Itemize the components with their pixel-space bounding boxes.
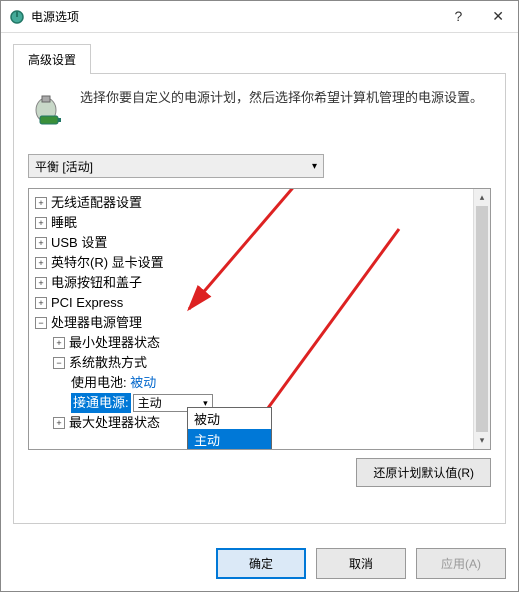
restore-row: 还原计划默认值(R) bbox=[28, 458, 491, 487]
tab-strip: 高级设置 bbox=[13, 43, 506, 74]
window-title: 电源选项 bbox=[31, 8, 448, 25]
content-area: 高级设置 选择你要自定义的电源计划，然后选择你希望计算机管理的电源设置。 平衡 … bbox=[1, 33, 518, 536]
scroll-thumb[interactable] bbox=[476, 206, 488, 432]
dialog-footer: 确定 取消 应用(A) bbox=[1, 536, 518, 591]
power-icon bbox=[9, 9, 25, 25]
chevron-down-icon: ▾ bbox=[312, 161, 317, 172]
collapse-icon[interactable]: − bbox=[53, 357, 65, 369]
expand-icon[interactable]: + bbox=[53, 417, 65, 429]
tree-item-wireless[interactable]: +无线适配器设置 bbox=[31, 193, 488, 213]
titlebar-buttons: ? ✕ bbox=[448, 6, 510, 27]
power-options-window: 电源选项 ? ✕ 高级设置 选择你要自定义的电源计划，然后选择你希望计算机管理的… bbox=[0, 0, 519, 592]
tree-item-min-processor[interactable]: +最小处理器状态 bbox=[31, 333, 488, 353]
scroll-up-icon[interactable]: ▴ bbox=[474, 189, 490, 206]
power-plan-select[interactable]: 平衡 [活动] ▾ bbox=[28, 154, 324, 178]
tab-advanced-settings[interactable]: 高级设置 bbox=[13, 44, 91, 74]
expand-icon[interactable]: + bbox=[35, 297, 47, 309]
on-battery-value[interactable]: 被动 bbox=[130, 373, 156, 393]
expand-icon[interactable]: + bbox=[35, 257, 47, 269]
dropdown-option-active[interactable]: 主动 bbox=[188, 429, 271, 450]
tree-scrollbar[interactable]: ▴ ▾ bbox=[473, 189, 490, 449]
tree-item-usb[interactable]: +USB 设置 bbox=[31, 233, 488, 253]
titlebar: 电源选项 ? ✕ bbox=[1, 1, 518, 33]
apply-button[interactable]: 应用(A) bbox=[416, 548, 506, 579]
description-row: 选择你要自定义的电源计划，然后选择你希望计算机管理的电源设置。 bbox=[28, 88, 491, 128]
expand-icon[interactable]: + bbox=[35, 277, 47, 289]
tree-item-sleep[interactable]: +睡眠 bbox=[31, 213, 488, 233]
plugged-in-label: 接通电源: bbox=[71, 393, 131, 413]
restore-defaults-button[interactable]: 还原计划默认值(R) bbox=[356, 458, 491, 487]
ok-button[interactable]: 确定 bbox=[216, 548, 306, 579]
close-button[interactable]: ✕ bbox=[486, 6, 510, 27]
tree-item-on-battery[interactable]: 使用电池: 被动 bbox=[31, 373, 488, 393]
collapse-icon[interactable]: − bbox=[35, 317, 47, 329]
tab-panel: 选择你要自定义的电源计划，然后选择你希望计算机管理的电源设置。 平衡 [活动] … bbox=[13, 74, 506, 524]
tree-item-cooling-policy[interactable]: −系统散热方式 bbox=[31, 353, 488, 373]
dropdown-option-passive[interactable]: 被动 bbox=[188, 408, 271, 429]
cancel-button[interactable]: 取消 bbox=[316, 548, 406, 579]
power-plan-value: 平衡 [活动] bbox=[35, 158, 93, 175]
expand-icon[interactable]: + bbox=[53, 337, 65, 349]
scroll-down-icon[interactable]: ▾ bbox=[474, 432, 490, 449]
on-battery-label: 使用电池: bbox=[71, 373, 127, 393]
settings-tree: +无线适配器设置 +睡眠 +USB 设置 +英特尔(R) 显卡设置 +电源按钮和… bbox=[28, 188, 491, 450]
expand-icon[interactable]: + bbox=[35, 237, 47, 249]
tree-item-pci-express[interactable]: +PCI Express bbox=[31, 293, 488, 313]
plugged-in-value: 主动 bbox=[138, 393, 162, 413]
cooling-dropdown[interactable]: 被动 主动 bbox=[187, 407, 272, 450]
description-text: 选择你要自定义的电源计划，然后选择你希望计算机管理的电源设置。 bbox=[80, 88, 483, 128]
tree-item-processor-power[interactable]: −处理器电源管理 bbox=[31, 313, 488, 333]
expand-icon[interactable]: + bbox=[35, 197, 47, 209]
tree-item-intel-graphics[interactable]: +英特尔(R) 显卡设置 bbox=[31, 253, 488, 273]
expand-icon[interactable]: + bbox=[35, 217, 47, 229]
tree-list: +无线适配器设置 +睡眠 +USB 设置 +英特尔(R) 显卡设置 +电源按钮和… bbox=[29, 189, 490, 437]
help-button[interactable]: ? bbox=[448, 6, 468, 27]
battery-plug-icon bbox=[28, 88, 68, 128]
tree-item-power-buttons[interactable]: +电源按钮和盖子 bbox=[31, 273, 488, 293]
